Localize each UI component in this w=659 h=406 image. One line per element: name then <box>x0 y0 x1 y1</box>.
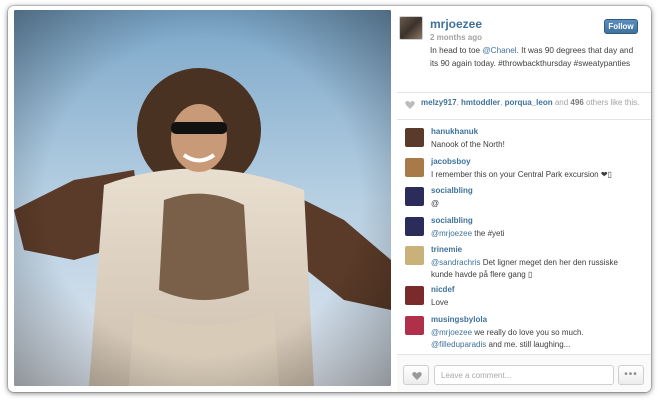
comment-username[interactable]: musingsbylola <box>431 315 487 324</box>
liker-link[interactable]: melzy917 <box>421 98 457 107</box>
instagram-post-card: mrjoezee 2 months ago Follow In head to … <box>8 6 651 392</box>
comment-text: Love <box>431 297 636 309</box>
liker-link[interactable]: porqua_leon <box>505 98 553 107</box>
like-button[interactable] <box>403 365 429 385</box>
comment-item: musingsbylola @mrjoezee we really do lov… <box>397 314 651 354</box>
comment-item: nicdef Love <box>397 284 651 314</box>
avatar[interactable] <box>405 128 424 147</box>
comment-mention-link[interactable]: @sandrachris <box>431 258 480 267</box>
comment-username[interactable]: socialbling <box>431 216 473 225</box>
avatar[interactable] <box>405 157 424 177</box>
comment-footer: ••• <box>397 354 651 392</box>
comment-body: we really do love you so much. <box>472 327 584 337</box>
likes-and-text: and <box>552 98 571 107</box>
avatar[interactable] <box>405 286 424 305</box>
avatar[interactable] <box>399 16 423 40</box>
avatar[interactable] <box>405 216 424 236</box>
comment-text: @mrjoezee the #yeti <box>431 228 636 240</box>
photo-man-in-fur-coat-on-snow <box>14 10 391 386</box>
comment-text: I remember this on your Central Park exc… <box>431 169 636 181</box>
more-options-button[interactable]: ••• <box>618 365 644 385</box>
comment-username[interactable]: hanukhanuk <box>431 127 478 136</box>
comment-body: @ <box>431 199 440 208</box>
comment-list[interactable]: hanukhanuk Nanook of the North! jacobsbo… <box>397 126 651 354</box>
follow-button[interactable]: Follow <box>604 19 638 34</box>
post-sidebar: mrjoezee 2 months ago Follow In head to … <box>397 6 651 392</box>
ellipsis-icon: ••• <box>624 369 638 380</box>
comment-username[interactable]: nicdef <box>431 285 455 294</box>
post-header: mrjoezee 2 months ago Follow In head to … <box>397 14 651 90</box>
comment-item: hanukhanuk Nanook of the North! <box>397 126 651 156</box>
comment-body: Nanook of the North! <box>431 140 505 149</box>
comment-text: @ <box>431 198 636 210</box>
post-photo[interactable] <box>14 10 391 386</box>
comment-mention-link[interactable]: @mrjoezee <box>431 328 472 337</box>
comment-username[interactable]: jacobsboy <box>431 157 471 166</box>
comment-item: jacobsboy I remember this on your Centra… <box>397 156 651 186</box>
likes-summary: melzy917, hmtoddler, porqua_leon and 496… <box>397 92 651 120</box>
comment-text: @mrjoezee we really do love you so much.… <box>431 327 636 351</box>
comment-body: I remember this on your Central Park exc… <box>431 169 612 179</box>
heart-icon <box>412 371 422 380</box>
comment-username[interactable]: socialbling <box>431 186 473 195</box>
post-timestamp: 2 months ago <box>430 33 483 42</box>
comment-text: @sandrachris Det ligner meget den her de… <box>431 257 636 281</box>
comment-body: and me. still laughing... <box>486 339 571 349</box>
comment-item: socialbling @ <box>397 185 651 215</box>
caption-text: In head to toe <box>430 46 483 55</box>
likes-suffix: others like this. <box>583 98 640 107</box>
comment-body: the #yeti <box>472 228 505 238</box>
comment-item: socialbling @mrjoezee the #yeti <box>397 215 651 245</box>
likes-text: melzy917, hmtoddler, porqua_leon and 496… <box>421 97 641 108</box>
liker-link[interactable]: hmtoddler <box>461 98 500 107</box>
avatar[interactable] <box>405 246 424 265</box>
owner-username[interactable]: mrjoezee <box>430 17 482 31</box>
comment-body: Love <box>431 298 449 307</box>
comment-input[interactable] <box>434 365 614 385</box>
avatar[interactable] <box>405 187 424 206</box>
post-caption: In head to toe @Chanel. It was 90 degree… <box>430 45 640 70</box>
comment-mention-link[interactable]: @mrjoezee <box>431 229 472 238</box>
comment-username[interactable]: trinemie <box>431 245 462 254</box>
comment-item: trinemie @sandrachris Det ligner meget d… <box>397 244 651 284</box>
comment-text: Nanook of the North! <box>431 139 636 151</box>
caption-mention-link[interactable]: @Chanel <box>482 46 516 55</box>
comment-mention-link[interactable]: @filleduparadis <box>431 340 486 349</box>
avatar[interactable] <box>405 315 424 335</box>
heart-icon <box>405 100 415 109</box>
likes-count[interactable]: 496 <box>570 98 583 107</box>
